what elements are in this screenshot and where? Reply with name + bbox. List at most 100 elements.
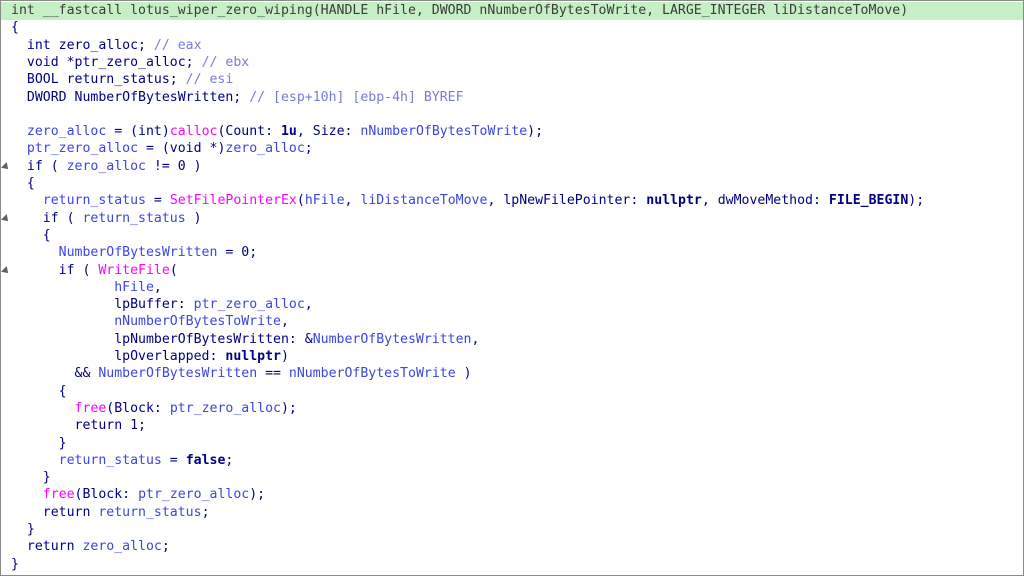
code-token: return 1;: [11, 418, 146, 434]
code-token: FILE_BEGIN: [828, 193, 909, 209]
code-token: (Block:: [74, 487, 139, 503]
code-token: if (: [11, 262, 99, 278]
code-token: return: [11, 504, 99, 520]
code-token: zero_alloc: [225, 141, 305, 157]
code-line[interactable]: }: [1, 521, 1023, 539]
code-line[interactable]: }: [1, 556, 1023, 574]
code-token: ptr_zero_alloc: [138, 487, 250, 503]
code-line[interactable]: nNumberOfBytesToWrite,: [1, 313, 1023, 331]
code-token: (Block:: [106, 400, 170, 416]
code-token: ;: [161, 539, 170, 555]
code-token: , lpNewFilePointer:: [487, 193, 647, 209]
code-line[interactable]: }: [1, 469, 1023, 487]
code-line[interactable]: zero_alloc = (int)calloc(Count: 1u, Size…: [1, 123, 1023, 141]
code-token: return_status: [82, 210, 186, 226]
code-line[interactable]: void *ptr_zero_alloc; // ebx: [1, 54, 1023, 72]
code-token: free: [11, 400, 107, 416]
code-line[interactable]: BOOL return_status; // esi: [1, 71, 1023, 89]
code-line[interactable]: return_status = SetFilePointerEx(hFile , …: [1, 192, 1023, 210]
code-token: hFile: [304, 193, 345, 209]
code-line[interactable]: return zero_alloc;: [1, 538, 1023, 556]
code-token: ptr_zero_alloc: [169, 400, 281, 416]
code-token: =: [161, 452, 186, 468]
code-token: zero_alloc: [66, 158, 146, 174]
code-token: // [esp+10h] [ebp-4h] BYREF: [249, 89, 464, 105]
code-token: lpOverlapped:: [11, 349, 226, 364]
code-line[interactable]: if ( WriteFile(: [1, 262, 1023, 280]
code-token: zero_alloc: [11, 124, 107, 140]
code-token: (: [296, 193, 305, 209]
code-token: WriteFile: [98, 262, 170, 278]
code-token: return_status: [98, 504, 202, 520]
code-token: }: [11, 435, 67, 451]
code-token: NumberOfBytesWritten: [98, 366, 258, 382]
code-token: &&: [11, 366, 99, 382]
code-token: ;: [201, 504, 210, 520]
code-line[interactable]: hFile,: [1, 279, 1023, 297]
code-line[interactable]: DWORD NumberOfBytesWritten; // [esp+10h]…: [1, 89, 1023, 107]
code-line[interactable]: lpNumberOfBytesWritten: &NumberOfBytesWr…: [1, 331, 1023, 349]
code-line[interactable]: {: [1, 383, 1023, 401]
code-token: );: [249, 487, 266, 503]
code-line[interactable]: return 1;: [1, 417, 1023, 435]
code-line[interactable]: lpOverlapped: nullptr): [1, 348, 1023, 366]
code-token: liDistanceToMove: [360, 193, 488, 209]
code-token: void *ptr_zero_alloc;: [11, 54, 202, 70]
code-line[interactable]: NumberOfBytesWritten = 0;: [1, 244, 1023, 262]
code-token: ,: [280, 314, 289, 330]
code-token: {: [11, 383, 67, 399]
code-token: ): [185, 210, 202, 226]
code-token: = (int): [106, 124, 170, 140]
code-token: ): [455, 366, 472, 382]
code-line[interactable]: {: [1, 227, 1023, 245]
code-token: ptr_zero_alloc: [193, 297, 305, 313]
code-token: nNumberOfBytesToWrite: [11, 314, 281, 330]
code-token: return_status: [11, 452, 162, 468]
code-line[interactable]: && NumberOfBytesWritten == nNumberOfByte…: [1, 365, 1023, 383]
code-token: lpNumberOfBytesWritten: &: [11, 331, 313, 347]
code-token: (: [169, 262, 178, 278]
code-token: ,: [344, 193, 361, 209]
code-token: ,: [471, 331, 480, 347]
code-token: lpBuffer:: [11, 297, 194, 313]
function-signature-line[interactable]: int __fastcall lotus_wiper_zero_wiping(H…: [1, 2, 1023, 20]
code-token: }: [11, 522, 35, 537]
code-token: (Count:: [217, 124, 281, 140]
code-line[interactable]: free(Block: ptr_zero_alloc);: [1, 400, 1023, 418]
code-line[interactable]: }: [1, 435, 1023, 453]
code-line[interactable]: int zero_alloc; // eax: [1, 37, 1023, 55]
code-line[interactable]: ptr_zero_alloc = (void *)zero_alloc;: [1, 140, 1023, 158]
code-token: ,: [304, 297, 313, 313]
code-line[interactable]: {: [1, 19, 1023, 37]
code-token: int __fastcall lotus_wiper_zero_wiping(H…: [11, 3, 909, 18]
code-token: return: [11, 539, 83, 555]
code-token: // esi: [185, 72, 234, 88]
code-token: );: [908, 193, 925, 209]
code-line[interactable]: [1, 106, 1023, 124]
code-token: NumberOfBytesWritten: [312, 331, 472, 347]
code-token: hFile: [11, 279, 154, 295]
code-token: ;: [304, 141, 313, 157]
code-line[interactable]: return return_status;: [1, 504, 1023, 522]
code-line[interactable]: if ( return_status ): [1, 210, 1023, 228]
code-token: = 0;: [217, 245, 258, 261]
code-token: != 0 ): [145, 158, 202, 174]
code-token: DWORD NumberOfBytesWritten;: [11, 89, 250, 105]
code-token: ): [280, 349, 289, 364]
code-line[interactable]: if ( zero_alloc != 0 ): [1, 158, 1023, 176]
code-token: {: [11, 176, 35, 191]
code-line[interactable]: {: [1, 175, 1023, 193]
code-token: = (void *): [138, 141, 226, 157]
code-token: return_status: [11, 193, 146, 209]
code-token: ,: [153, 279, 162, 295]
code-token: nullptr: [225, 349, 281, 364]
code-token: // eax: [153, 37, 202, 53]
code-token: nNumberOfBytesToWrite: [360, 124, 528, 140]
code-line[interactable]: lpBuffer: ptr_zero_alloc,: [1, 296, 1023, 314]
code-line[interactable]: free(Block: ptr_zero_alloc);: [1, 486, 1023, 504]
code-token: =: [145, 193, 170, 209]
code-line[interactable]: return_status = false;: [1, 452, 1023, 470]
code-token: }: [11, 556, 19, 572]
code-token: ==: [257, 366, 289, 382]
code-token: NumberOfBytesWritten: [11, 245, 218, 261]
